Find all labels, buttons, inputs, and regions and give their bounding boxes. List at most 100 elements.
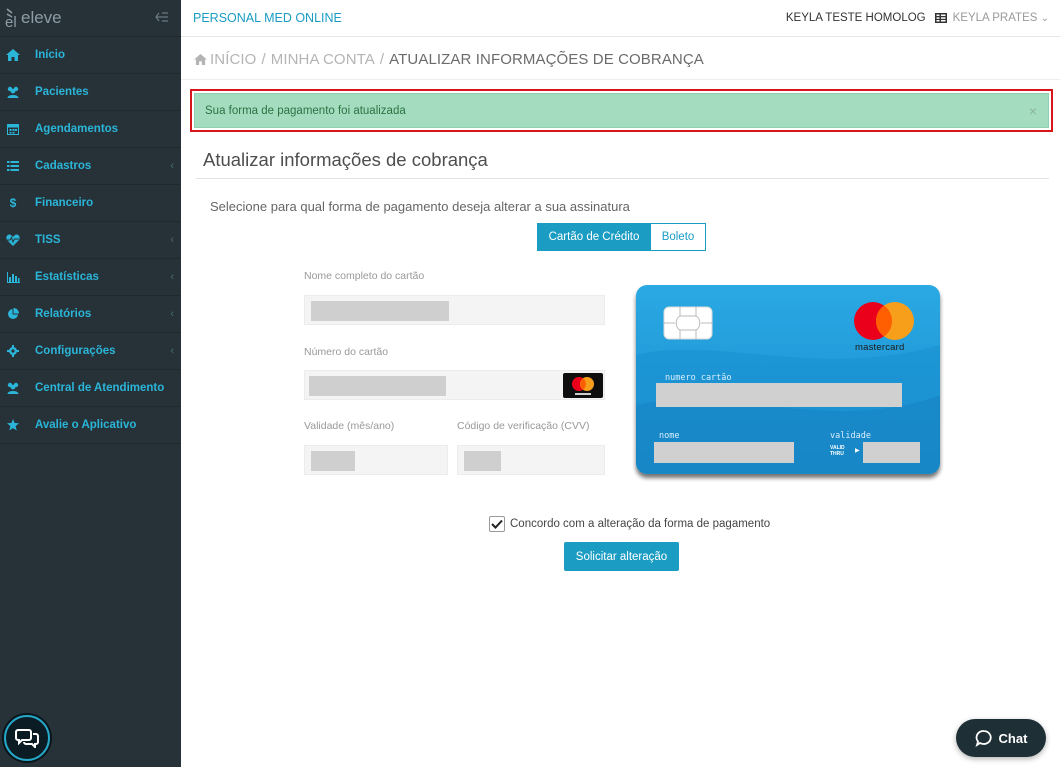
request-change-button[interactable]: Solicitar alteração: [564, 542, 679, 571]
gear-icon: [5, 343, 21, 359]
sidebar-item-label: Financeiro: [35, 197, 94, 209]
close-icon[interactable]: ×: [1029, 103, 1037, 119]
card-preview: mastercard numero cartão nome validade V…: [636, 285, 940, 474]
expiry-field[interactable]: [304, 445, 448, 475]
card-number-label: Número do cartão: [304, 346, 389, 358]
chevron-left-icon: ‹: [170, 308, 174, 320]
sidebar-header: el eleve: [0, 0, 181, 37]
checkmark-icon: [491, 519, 503, 529]
valid-thru-text: VALID THRU: [830, 445, 845, 457]
chevron-left-icon: ‹: [170, 160, 174, 172]
breadcrumb-current: ATUALIZAR INFORMAÇÕES DE COBRANÇA: [389, 51, 704, 68]
sidebar-item-label: Agendamentos: [35, 123, 119, 135]
sidebar-item-label: TISS: [35, 234, 61, 246]
card-valid-caption: validade: [830, 431, 871, 441]
masked-value: [311, 301, 449, 321]
sidebar-item-cadastros[interactable]: Cadastros ‹: [0, 148, 181, 185]
chevron-left-icon: ‹: [170, 271, 174, 283]
card-number-caption: numero cartão: [665, 373, 732, 383]
card-name-field[interactable]: [304, 295, 605, 325]
sidebar-item-pacientes[interactable]: Pacientes: [0, 74, 181, 111]
sidebar-item-relatorios[interactable]: Relatórios ‹: [0, 296, 181, 333]
sidebar-item-avalie-o-aplicativo[interactable]: Avalie o Aplicativo: [0, 407, 181, 444]
sidebar-item-inicio[interactable]: Início: [0, 37, 181, 74]
brand-title: PERSONAL MED ONLINE: [193, 11, 342, 25]
svg-text:el: el: [5, 14, 17, 29]
chat-label: Chat: [998, 730, 1028, 746]
home-icon: [5, 47, 21, 63]
list-icon: [5, 158, 21, 174]
expiry-label: Validade (mês/ano): [304, 420, 395, 432]
card-number-field[interactable]: [304, 370, 605, 400]
success-alert: Sua forma de pagamento foi atualizada ×: [194, 93, 1049, 128]
users-icon: [5, 84, 21, 100]
sidebar-item-label: Estatísticas: [35, 271, 99, 283]
sidebar-item-label: Início: [35, 49, 66, 61]
breadcrumb-home-link[interactable]: INÍCIO: [210, 51, 256, 68]
users-icon: [5, 380, 21, 396]
masked-value: [311, 451, 355, 471]
star-icon: [5, 417, 21, 433]
masked-value: [464, 451, 501, 471]
masked-card-number: [656, 383, 902, 407]
bar-chart-icon: [5, 269, 21, 285]
sidebar-item-label: Configurações: [35, 345, 116, 357]
sidebar-item-label: Relatórios: [35, 308, 92, 320]
chevron-left-icon: ‹: [170, 345, 174, 357]
card-chip-icon: [663, 306, 713, 340]
sidebar-item-label: Pacientes: [35, 86, 89, 98]
agreement-checkbox[interactable]: [489, 516, 505, 532]
mastercard-logo: [854, 302, 914, 340]
heartbeat-icon: [5, 232, 21, 248]
pie-chart-icon: [5, 306, 21, 322]
chat-button[interactable]: Chat: [956, 719, 1046, 757]
dollar-icon: $: [9, 196, 17, 210]
cvv-field[interactable]: [457, 445, 605, 475]
boleto-option[interactable]: Boleto: [651, 223, 706, 251]
breadcrumb: INÍCIO / MINHA CONTA / ATUALIZAR INFORMA…: [194, 51, 704, 68]
breadcrumb-separator: /: [379, 51, 385, 68]
sidebar-item-central-de-atendimento[interactable]: Central de Atendimento: [0, 370, 181, 407]
alert-highlight: Sua forma de pagamento foi atualizada ×: [190, 89, 1053, 132]
card-name-label: Nome completo do cartão: [304, 270, 425, 282]
divider: [196, 178, 1049, 179]
sidebar-item-label: Avalie o Aplicativo: [35, 419, 137, 431]
card-brand-text: mastercard: [855, 342, 905, 353]
collapse-sidebar-icon[interactable]: [155, 11, 169, 26]
breadcrumb-account-link[interactable]: MINHA CONTA: [271, 51, 375, 68]
switch-account-icon[interactable]: [934, 13, 947, 23]
alert-message: Sua forma de pagamento foi atualizada: [205, 104, 406, 117]
page-title: Atualizar informações de cobrança: [203, 149, 488, 170]
divider: [181, 79, 1060, 80]
sidebar-item-financeiro[interactable]: $ Financeiro: [0, 185, 181, 222]
breadcrumb-separator: /: [261, 51, 266, 68]
app-logo[interactable]: el eleve: [4, 7, 62, 29]
masked-card-name: [654, 442, 794, 463]
sidebar-item-label: Cadastros: [35, 160, 92, 172]
logo-text: eleve: [21, 8, 62, 27]
payment-method-toggle: Cartão de Crédito Boleto: [537, 223, 706, 251]
account-name[interactable]: KEYLA TESTE HOMOLOG: [786, 12, 926, 24]
chat-bubbles-icon: [15, 729, 39, 748]
sidebar-item-agendamentos[interactable]: Agendamentos: [0, 111, 181, 148]
help-chat-button[interactable]: [4, 715, 50, 761]
calendar-icon: [5, 121, 21, 137]
home-icon[interactable]: [194, 54, 207, 65]
user-name: KEYLA PRATES: [952, 12, 1038, 24]
account-area: KEYLA TESTE HOMOLOG KEYLA PRATES ⌄: [786, 12, 1049, 24]
masked-card-validity: [863, 442, 920, 463]
sidebar-item-tiss[interactable]: TISS ‹: [0, 222, 181, 259]
cvv-label: Código de verificação (CVV): [457, 420, 590, 432]
mastercard-icon: [563, 373, 603, 398]
sidebar: el eleve Início Pacientes Agendamentos C…: [0, 0, 181, 767]
chat-bubble-icon: [975, 730, 992, 747]
agreement-checkbox-row[interactable]: Concordo com a alteração da forma de pag…: [489, 516, 770, 532]
sidebar-item-configuracoes[interactable]: Configurações ‹: [0, 333, 181, 370]
user-menu[interactable]: KEYLA PRATES ⌄: [953, 12, 1049, 24]
chevron-down-icon: ⌄: [1040, 13, 1049, 24]
masked-value: [309, 376, 446, 396]
sidebar-item-estatisticas[interactable]: Estatísticas ‹: [0, 259, 181, 296]
credit-card-option[interactable]: Cartão de Crédito: [537, 223, 651, 251]
card-name-caption: nome: [659, 431, 680, 441]
play-arrow-icon: ▶: [855, 448, 860, 454]
